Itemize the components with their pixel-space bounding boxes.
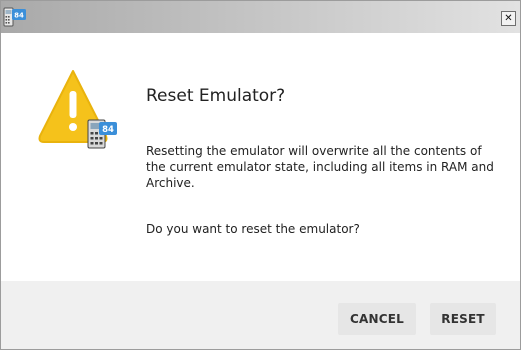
warning-icon-badge-text: 84 xyxy=(102,125,114,135)
ti-84-calculator-icon: 84 xyxy=(3,7,26,27)
dialog-question: Do you want to reset the emulator? xyxy=(146,222,360,236)
cancel-button[interactable]: CANCEL xyxy=(338,303,416,335)
warning-triangle-with-calculator-icon: 84 xyxy=(38,70,117,149)
reset-button[interactable]: RESET xyxy=(430,303,496,335)
close-icon: ✕ xyxy=(504,12,513,24)
dialog-message: Resetting the emulator will overwrite al… xyxy=(146,144,494,190)
reset-emulator-dialog: 84 ✕ 84 Reset Emulator? Resetting the em… xyxy=(0,0,521,350)
dialog-title: Reset Emulator? xyxy=(146,86,286,106)
dialog-footer: CANCEL RESET xyxy=(1,281,520,349)
app-icon-badge-text: 84 xyxy=(14,12,24,20)
title-bar[interactable]: 84 ✕ xyxy=(1,1,520,33)
dialog-body: 84 Reset Emulator? Resetting the emulato… xyxy=(1,33,520,281)
close-button[interactable]: ✕ xyxy=(501,11,516,26)
